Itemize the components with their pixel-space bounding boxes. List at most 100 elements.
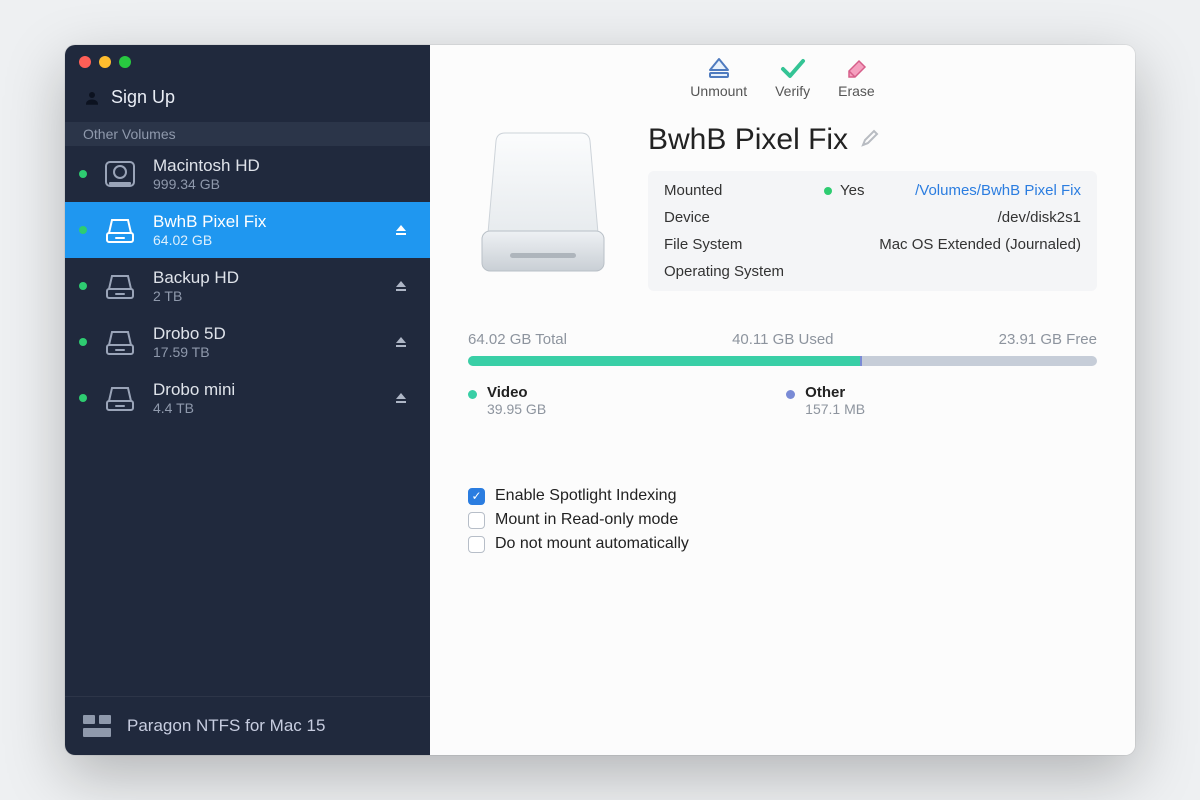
info-row-filesystem: File System Mac OS Extended (Journaled) xyxy=(664,231,1081,258)
info-row-os: Operating System xyxy=(664,258,1081,285)
legend-dot-icon xyxy=(468,390,477,399)
check-icon xyxy=(780,57,806,79)
status-dot-icon xyxy=(79,394,87,402)
eject-button[interactable] xyxy=(390,223,412,237)
checkbox-icon xyxy=(468,536,485,553)
volume-size: 2 TB xyxy=(153,288,376,304)
drive-external-icon xyxy=(101,383,139,413)
close-window-button[interactable] xyxy=(79,56,91,68)
volume-size: 64.02 GB xyxy=(153,232,376,248)
option-readonly[interactable]: Mount in Read-only mode xyxy=(468,511,1097,529)
volume-name: Drobo 5D xyxy=(153,324,376,344)
volume-item[interactable]: Drobo mini 4.4 TB xyxy=(65,370,430,426)
sidebar-footer[interactable]: Paragon NTFS for Mac 15 xyxy=(65,696,430,755)
volume-name: BwhB Pixel Fix xyxy=(153,212,376,232)
filesystem-value: Mac OS Extended (Journaled) xyxy=(824,236,1081,253)
usage-total: 64.02 GB Total xyxy=(468,331,567,348)
legend-size: 157.1 MB xyxy=(805,401,865,417)
drive-external-icon xyxy=(101,271,139,301)
mounted-value: Yes xyxy=(840,182,864,199)
eject-icon xyxy=(706,57,732,79)
sign-up-label: Sign Up xyxy=(111,87,175,108)
checkbox-icon xyxy=(468,512,485,529)
legend-dot-icon xyxy=(786,390,795,399)
app-logo-icon xyxy=(83,715,111,737)
volume-name: Backup HD xyxy=(153,268,376,288)
info-label: File System xyxy=(664,236,824,253)
option-label: Enable Spotlight Indexing xyxy=(495,487,676,505)
usage-legend: Video 39.95 GB Other 157.1 MB xyxy=(468,384,1097,417)
info-row-mounted: Mounted Yes /Volumes/BwhB Pixel Fix xyxy=(664,177,1081,204)
option-label: Do not mount automatically xyxy=(495,535,689,553)
app-name-label: Paragon NTFS for Mac 15 xyxy=(127,716,325,736)
erase-label: Erase xyxy=(838,83,875,99)
checkbox-icon xyxy=(468,488,485,505)
zoom-window-button[interactable] xyxy=(119,56,131,68)
volume-list: Macintosh HD 999.34 GB BwhB Pixel Fix 64… xyxy=(65,146,430,696)
unmount-button[interactable]: Unmount xyxy=(690,57,747,99)
usage-segment-other xyxy=(860,356,862,366)
status-dot-icon xyxy=(79,226,87,234)
minimize-window-button[interactable] xyxy=(99,56,111,68)
drive-external-icon xyxy=(101,327,139,357)
legend-name: Other xyxy=(805,384,865,401)
usage-section: 64.02 GB Total 40.11 GB Used 23.91 GB Fr… xyxy=(468,331,1097,417)
mount-path-link[interactable]: /Volumes/BwhB Pixel Fix xyxy=(864,182,1081,199)
legend-size: 39.95 GB xyxy=(487,401,546,417)
eject-button[interactable] xyxy=(390,279,412,293)
volume-size: 999.34 GB xyxy=(153,176,376,192)
volume-name: Macintosh HD xyxy=(153,156,376,176)
info-label: Mounted xyxy=(664,182,824,199)
erase-button[interactable]: Erase xyxy=(838,57,875,99)
toolbar: Unmount Verify Erase xyxy=(468,57,1097,123)
verify-button[interactable]: Verify xyxy=(775,57,810,99)
section-header-other-volumes: Other Volumes xyxy=(65,122,430,146)
usage-bar xyxy=(468,356,1097,366)
volume-size: 17.59 TB xyxy=(153,344,376,360)
option-noauto[interactable]: Do not mount automatically xyxy=(468,535,1097,553)
volume-title: BwhB Pixel Fix xyxy=(648,123,848,157)
info-label: Operating System xyxy=(664,263,824,280)
sidebar: Sign Up Other Volumes Macintosh HD 999.3… xyxy=(65,45,430,755)
verify-label: Verify xyxy=(775,83,810,99)
app-window: Sign Up Other Volumes Macintosh HD 999.3… xyxy=(65,45,1135,755)
device-value: /dev/disk2s1 xyxy=(824,209,1081,226)
volume-size: 4.4 TB xyxy=(153,400,376,416)
content-pane: Unmount Verify Erase xyxy=(430,45,1135,755)
mounted-status: Yes xyxy=(824,182,864,199)
usage-free: 23.91 GB Free xyxy=(999,331,1097,348)
usage-segment-video xyxy=(468,356,860,366)
status-dot-icon xyxy=(79,282,87,290)
window-controls xyxy=(65,45,430,79)
drive-external-icon xyxy=(101,215,139,245)
option-spotlight[interactable]: Enable Spotlight Indexing xyxy=(468,487,1097,505)
volume-header: BwhB Pixel Fix Mounted Yes /V xyxy=(468,123,1097,291)
eject-button[interactable] xyxy=(390,391,412,405)
sign-up-button[interactable]: Sign Up xyxy=(65,79,430,122)
info-row-device: Device /dev/disk2s1 xyxy=(664,204,1081,231)
legend-item-video: Video 39.95 GB xyxy=(468,384,546,417)
volume-item[interactable]: Drobo 5D 17.59 TB xyxy=(65,314,430,370)
option-label: Mount in Read-only mode xyxy=(495,511,678,529)
drive-internal-icon xyxy=(101,159,139,189)
drive-illustration-icon xyxy=(468,123,618,288)
unmount-label: Unmount xyxy=(690,83,747,99)
mount-options: Enable Spotlight Indexing Mount in Read-… xyxy=(468,487,1097,553)
volume-item[interactable]: Macintosh HD 999.34 GB xyxy=(65,146,430,202)
volume-item[interactable]: Backup HD 2 TB xyxy=(65,258,430,314)
person-icon xyxy=(83,89,101,107)
usage-used: 40.11 GB Used xyxy=(732,331,833,348)
eject-button[interactable] xyxy=(390,335,412,349)
volume-info-table: Mounted Yes /Volumes/BwhB Pixel Fix Devi… xyxy=(648,171,1097,291)
eraser-icon xyxy=(843,57,869,79)
status-dot-icon xyxy=(824,187,832,195)
legend-item-other: Other 157.1 MB xyxy=(786,384,865,417)
info-label: Device xyxy=(664,209,824,226)
status-dot-icon xyxy=(79,170,87,178)
volume-item[interactable]: BwhB Pixel Fix 64.02 GB xyxy=(65,202,430,258)
status-dot-icon xyxy=(79,338,87,346)
rename-button[interactable] xyxy=(860,128,880,153)
pencil-icon xyxy=(860,135,880,152)
volume-name: Drobo mini xyxy=(153,380,376,400)
legend-name: Video xyxy=(487,384,546,401)
